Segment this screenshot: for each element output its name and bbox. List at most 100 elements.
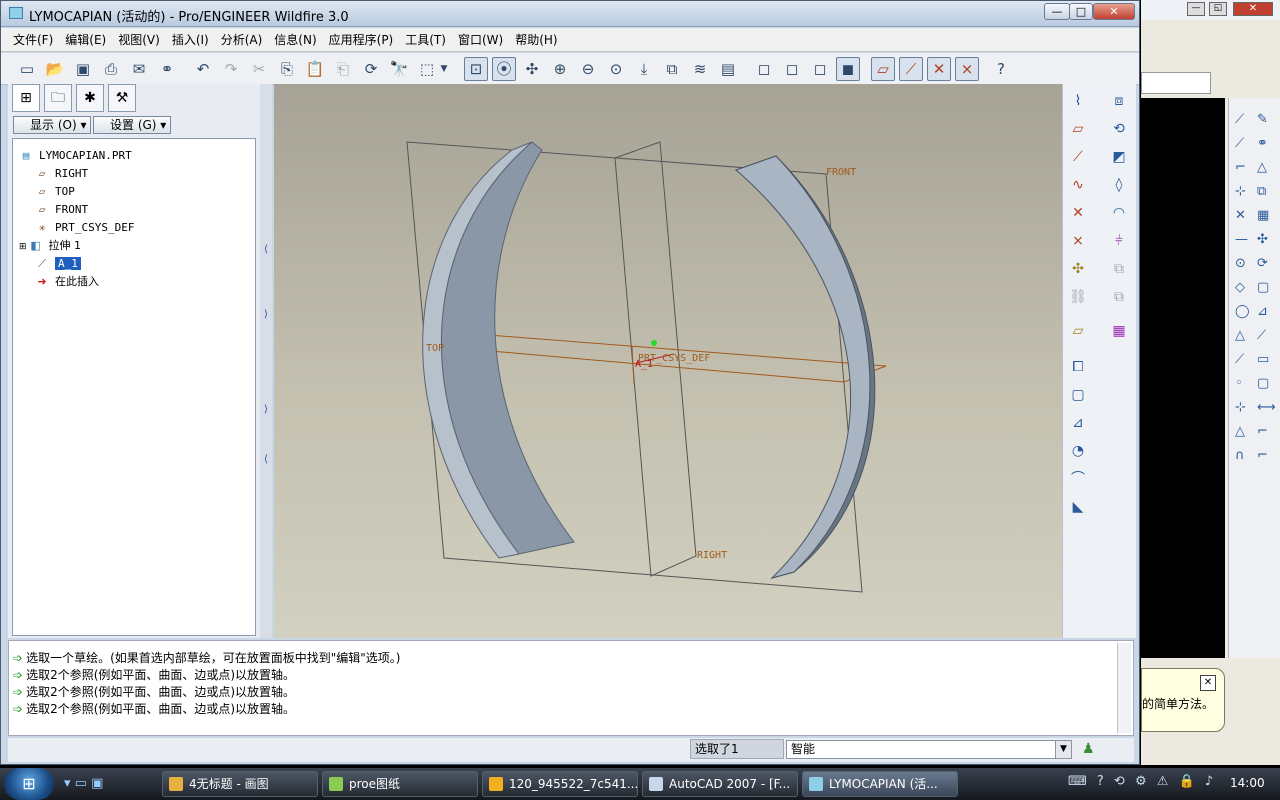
view-manager-icon[interactable]: ▤ — [716, 57, 740, 81]
rib-icon[interactable]: ▢ — [1066, 384, 1090, 406]
close-icon[interactable]: ✕ — [1200, 675, 1216, 691]
shading-icon[interactable]: ◼ — [836, 57, 860, 81]
system-tray-icons[interactable]: ⌨ ? ⟲ ⚙ ⚠ 🔒 ♪ — [1068, 774, 1216, 789]
layers-icon[interactable]: ≋ — [688, 57, 712, 81]
zoom-out-icon[interactable]: ⊖ — [576, 57, 600, 81]
select-dropdown-icon[interactable]: ▼ — [437, 57, 451, 81]
send-email-icon[interactable]: ✉ — [127, 57, 151, 81]
select-box-icon[interactable]: ⬚ — [415, 57, 439, 81]
revolve-icon[interactable]: ⟲ — [1107, 118, 1131, 140]
menu-applications[interactable]: 应用程序(P) — [323, 28, 400, 52]
chevron-down-icon[interactable]: ▼ — [1055, 741, 1071, 758]
close-button[interactable]: ✕ — [1233, 2, 1273, 16]
collapse-left-icon[interactable]: ⟨ — [264, 454, 268, 465]
datum-curve-icon[interactable]: ∿ — [1066, 174, 1090, 196]
menu-insert[interactable]: 插入(I) — [166, 28, 215, 52]
menu-file[interactable]: 文件(F) — [7, 28, 59, 52]
menu-tools[interactable]: 工具(T) — [399, 28, 452, 52]
blend-icon[interactable]: ◠ — [1107, 202, 1131, 224]
sketched-curve-icon[interactable]: ⌇ — [1066, 90, 1090, 112]
tree-node-part[interactable]: ▤ LYMOCAPIAN.PRT — [19, 147, 132, 165]
reorient-icon[interactable]: ⤓ — [632, 57, 656, 81]
collapse-left-icon[interactable]: ⟨ — [264, 244, 268, 255]
draft-icon[interactable]: ⊿ — [1066, 412, 1090, 434]
graphics-viewport[interactable]: FRONT TOP RIGHT PRT_CSYS_DEF A_1 — [274, 84, 1062, 638]
maximize-button[interactable]: □ — [1069, 3, 1093, 20]
sweep-icon[interactable]: ◊ — [1107, 174, 1131, 196]
draw-tools-icon[interactable]: ⟋ ⟋ ⌐ ⊹ ✕ — ⊙ ◇ ◯ △ ⟋ ◦ ⊹ △ ∩ — [1235, 108, 1255, 468]
regen-status-icon[interactable]: ♟ — [1082, 741, 1095, 757]
expand-right-icon[interactable]: ⟩ — [264, 309, 268, 320]
undo-icon[interactable]: ↶ — [191, 57, 215, 81]
sketch-display-icon[interactable]: ⊡ — [464, 57, 488, 81]
sketch-tool-icon[interactable]: ▱ — [1066, 320, 1090, 342]
regenerate-icon[interactable]: ⟳ — [359, 57, 383, 81]
tree-node-insert-here[interactable]: ➜ 在此插入 — [35, 273, 99, 291]
expand-right-icon[interactable]: ⟩ — [264, 404, 268, 415]
task-autocad[interactable]: AutoCAD 2007 - [F... — [642, 771, 798, 797]
datum-axis-tool-icon[interactable]: ⟋ — [1066, 146, 1090, 168]
datum-point-icon[interactable]: ✕ — [1066, 202, 1090, 224]
chamfer-icon[interactable]: ⌒ — [1066, 468, 1090, 490]
restore-button[interactable]: ◱ — [1209, 2, 1227, 16]
layer-combobox[interactable] — [1141, 72, 1211, 94]
cut-icon[interactable]: ✂ — [247, 57, 271, 81]
chain-icon[interactable]: ⛓ — [1066, 286, 1090, 308]
merge-icon[interactable]: ⧉ — [1107, 258, 1131, 280]
settings-dropdown[interactable]: 设置 (G) ▾ — [93, 116, 171, 134]
tree-node-right[interactable]: ▱ RIGHT — [35, 165, 88, 183]
modify-tools-icon[interactable]: ✎ ⚭ △ ⧉ ▦ ✣ ⟳ ▢ ⊿ ⟋ ▭ ▢ ⟷ ⌐ ⌐ — [1257, 108, 1277, 468]
analysis-feature-icon[interactable]: ✣ — [1066, 258, 1090, 280]
datum-plane-display-icon[interactable]: ▱ — [871, 57, 895, 81]
menu-info[interactable]: 信息(N) — [268, 28, 322, 52]
model-tree-tab-icon[interactable]: ⊞ — [12, 84, 40, 112]
start-button[interactable]: ⊞ — [4, 768, 54, 800]
datum-axis-display-icon[interactable]: ⟋ — [899, 57, 923, 81]
saved-views-icon[interactable]: ⧉ — [660, 57, 684, 81]
round-icon[interactable]: ◔ — [1066, 440, 1090, 462]
autocad-drawing-area[interactable] — [1141, 98, 1225, 658]
message-scrollbar[interactable] — [1117, 643, 1131, 733]
context-help-icon[interactable]: ? — [989, 57, 1013, 81]
menu-analysis[interactable]: 分析(A) — [215, 28, 269, 52]
find-icon[interactable]: 🔭 — [387, 57, 411, 81]
paste-special-icon[interactable]: ⎗ — [331, 57, 355, 81]
spin-center-icon[interactable]: ✣ — [520, 57, 544, 81]
hidden-line-icon[interactable]: ◻ — [780, 57, 804, 81]
copy-icon[interactable]: ⎘ — [275, 57, 299, 81]
new-icon[interactable]: ▭ — [15, 57, 39, 81]
quicklaunch-icon[interactable]: ▾ ▭ ▣ — [64, 776, 103, 791]
selection-filter-select[interactable]: 智能 ▼ — [786, 740, 1072, 759]
hole-icon[interactable]: ⧈ — [1107, 90, 1131, 112]
variable-round-icon[interactable]: ◣ — [1066, 496, 1090, 518]
folder-browser-tab-icon[interactable]: 🗀 — [44, 84, 72, 112]
menu-edit[interactable]: 编辑(E) — [59, 28, 112, 52]
panel-splitter[interactable]: ⟨ ⟩ ⟩ ⟨ — [260, 84, 272, 638]
trim-icon[interactable]: ⧉ — [1107, 286, 1131, 308]
close-button[interactable]: ✕ — [1093, 3, 1135, 20]
zoom-in-icon[interactable]: ⊕ — [548, 57, 572, 81]
favorites-tab-icon[interactable]: ✱ — [76, 84, 104, 112]
menu-view[interactable]: 视图(V) — [112, 28, 166, 52]
no-hidden-icon[interactable]: ◻ — [808, 57, 832, 81]
task-proe[interactable]: LYMOCAPIAN (活... — [802, 771, 958, 797]
datum-plane-tool-icon[interactable]: ▱ — [1066, 118, 1090, 140]
redo-icon[interactable]: ↷ — [219, 57, 243, 81]
task-proe-folder[interactable]: proe图纸 — [322, 771, 478, 797]
print-icon[interactable]: ⎙ — [99, 57, 123, 81]
paste-icon[interactable]: 📋 — [303, 57, 327, 81]
mirror-icon[interactable]: ⫩ — [1107, 230, 1131, 252]
shell-icon[interactable]: ⧠ — [1066, 356, 1090, 378]
menu-window[interactable]: 窗口(W) — [452, 28, 509, 52]
tree-node-extrude[interactable]: ⊞ ◧ 拉伸 1 — [19, 237, 81, 255]
refit-icon[interactable]: ⊙ — [604, 57, 628, 81]
tree-node-axis[interactable]: ⟋ A_1 — [35, 255, 81, 273]
extrude-tool-icon[interactable]: ◩ — [1107, 146, 1131, 168]
display-dropdown[interactable]: 显示 (O) ▾ — [13, 116, 91, 134]
task-paint[interactable]: 4无标题 - 画图 — [162, 771, 318, 797]
expand-icon[interactable]: ⊞ — [19, 242, 27, 252]
minimize-button[interactable]: — — [1187, 2, 1205, 16]
menu-help[interactable]: 帮助(H) — [509, 28, 563, 52]
datum-display-icon[interactable]: ⦿ — [492, 57, 516, 81]
wireframe-icon[interactable]: ◻ — [752, 57, 776, 81]
